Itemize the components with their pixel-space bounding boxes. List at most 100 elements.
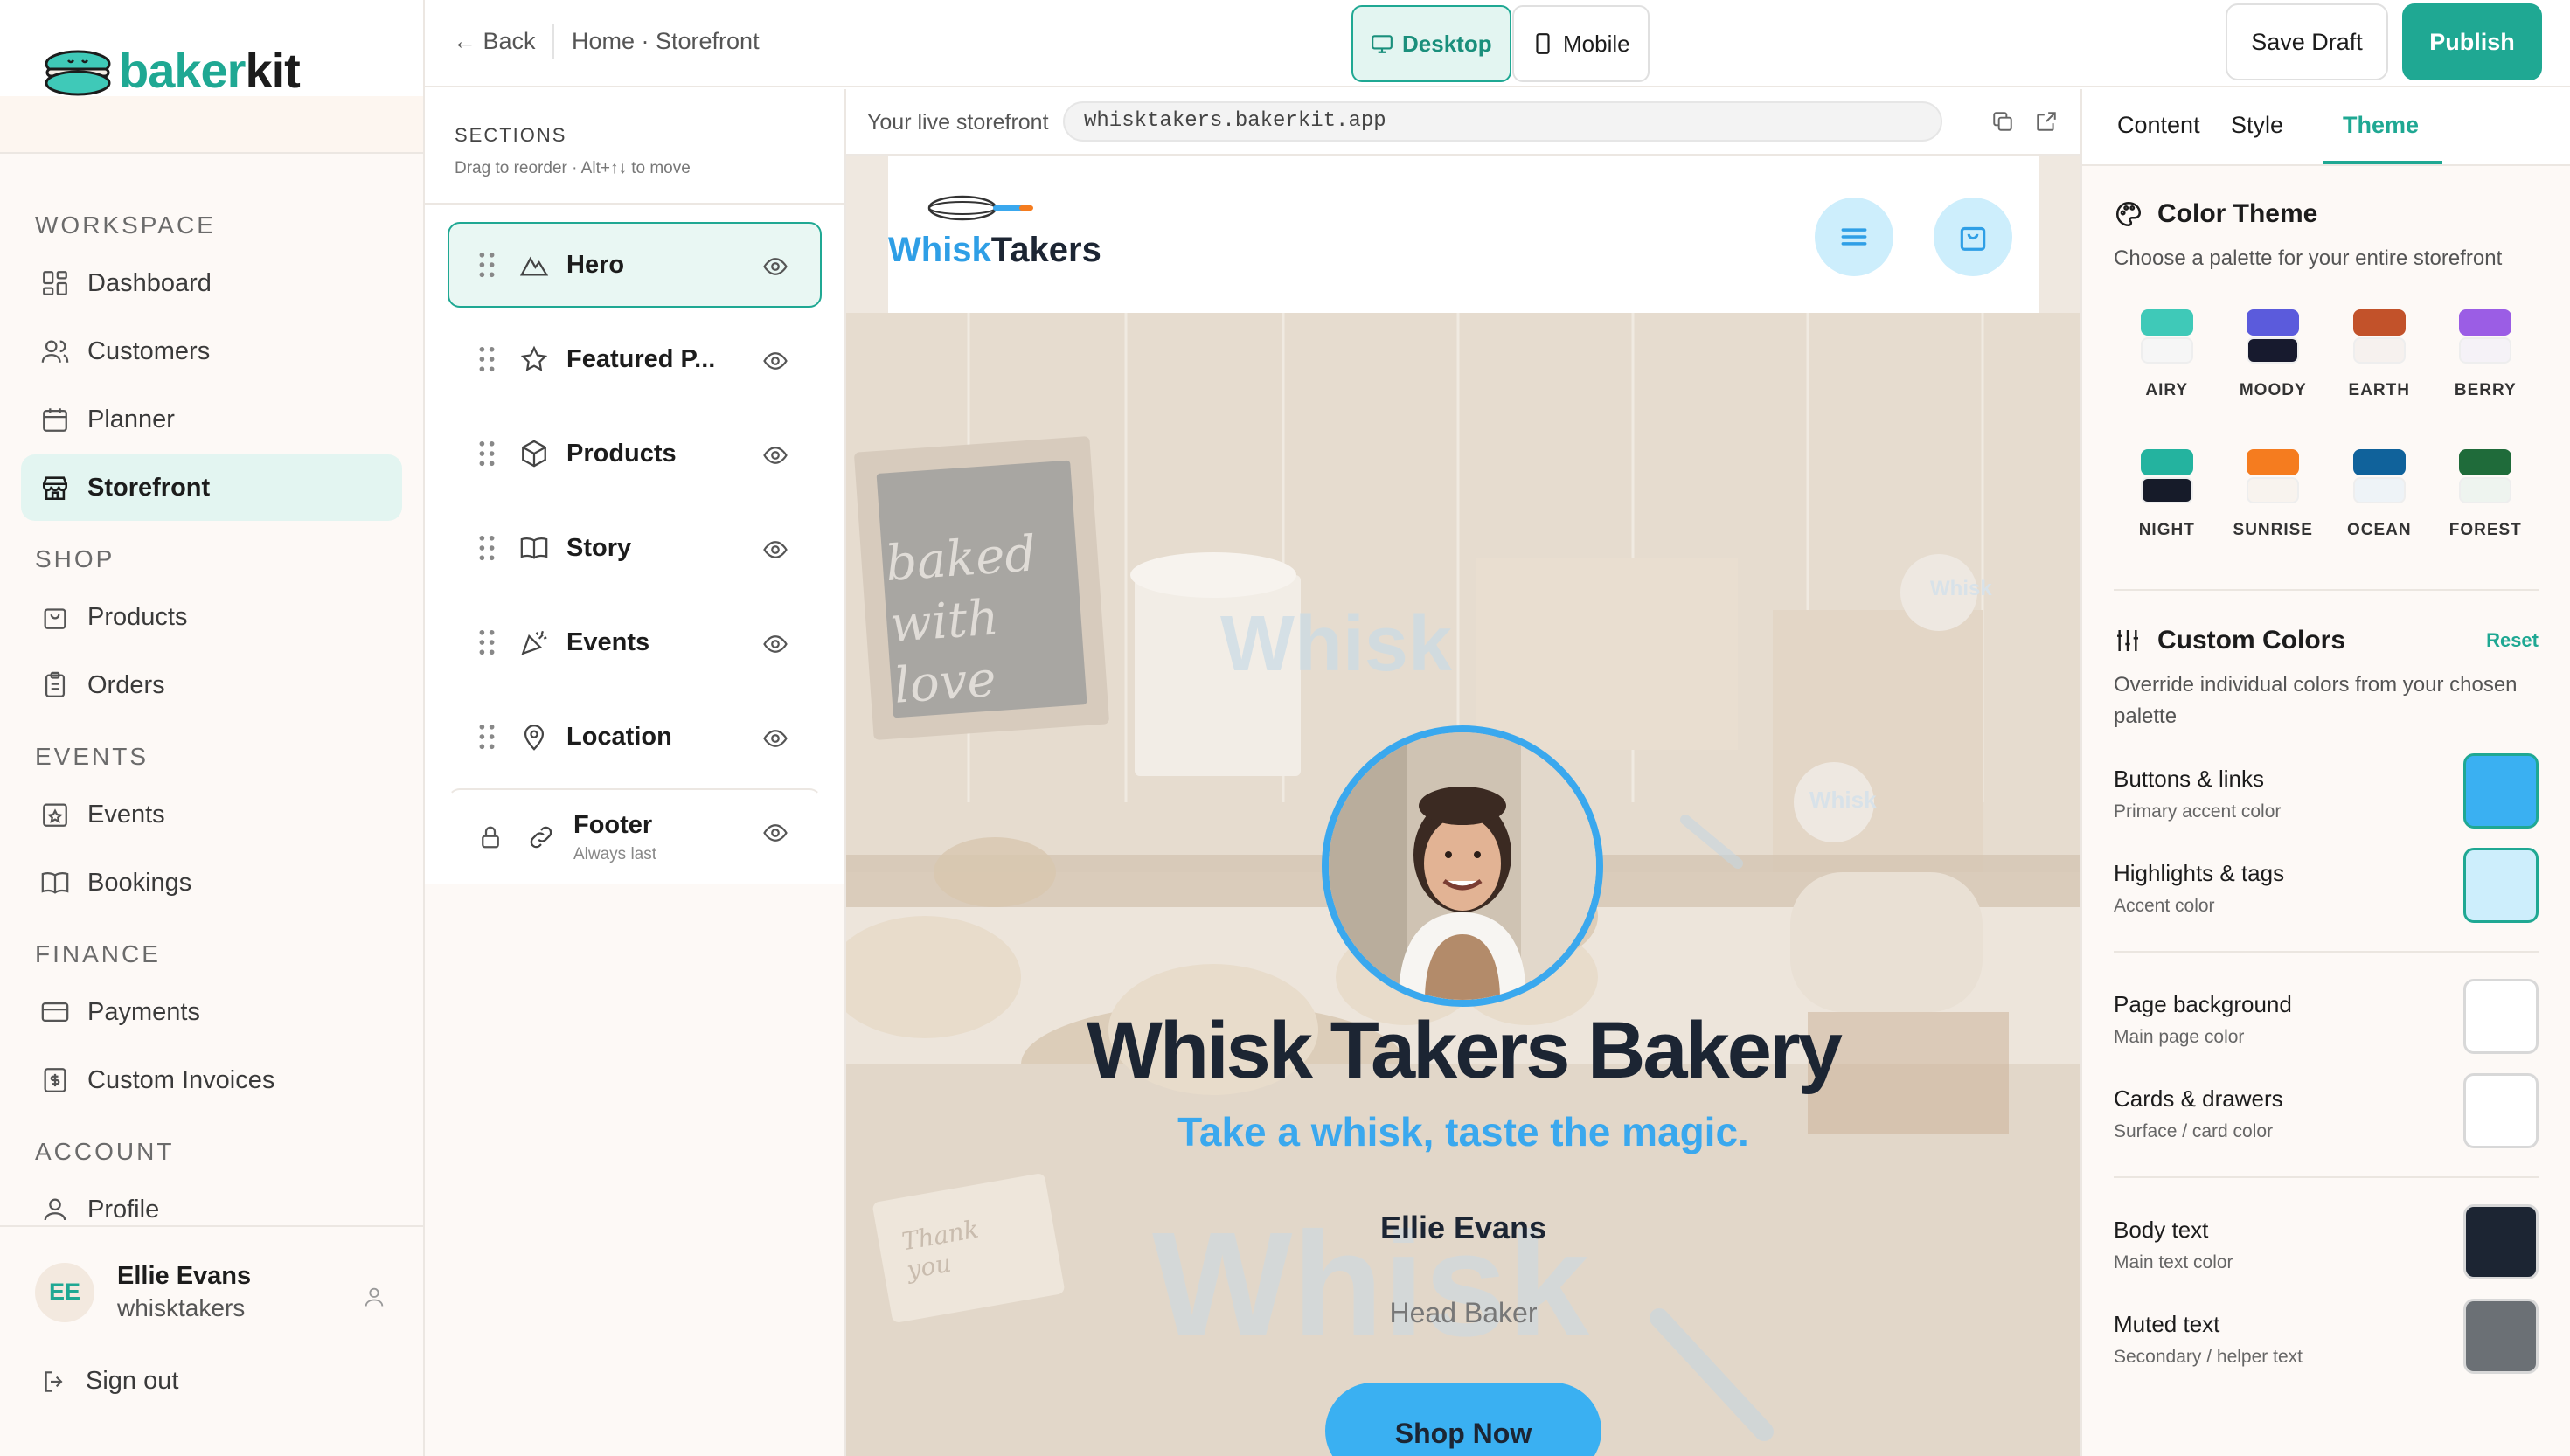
user-settings-icon[interactable] (362, 1285, 386, 1309)
eye-icon[interactable] (762, 253, 788, 280)
color-swatch-button[interactable] (2463, 1204, 2539, 1279)
nav-item-label: Custom Invoices (87, 1065, 275, 1094)
logout-icon (45, 1370, 63, 1392)
nav-item-label: Dashboard (87, 268, 212, 297)
eye-icon[interactable] (762, 820, 788, 846)
link-icon (530, 826, 552, 849)
nav-group-title: SHOP (35, 545, 115, 572)
sign-out-button[interactable]: Sign out (40, 1367, 178, 1396)
palette-night[interactable]: NIGHT (2114, 449, 2220, 540)
color-swatch-button[interactable] (2463, 979, 2539, 1054)
color-rows: Buttons & links Primary accent color Highl… (2114, 753, 2539, 1393)
copy-icon[interactable] (1991, 110, 2014, 133)
nav-group-title: FINANCE (35, 940, 161, 967)
section-sublabel: Always last (573, 844, 657, 863)
palette-berry[interactable]: BERRY (2433, 309, 2539, 400)
palette-name: MOODY (2239, 381, 2307, 399)
nav-item-bookings[interactable]: Bookings (21, 849, 402, 916)
external-link-icon[interactable] (2035, 110, 2058, 133)
eye-icon[interactable] (762, 725, 788, 752)
palette-forest[interactable]: FOREST (2433, 449, 2539, 540)
palette-name: SUNRISE (2233, 521, 2313, 539)
user-name: Ellie Evans (117, 1262, 252, 1290)
avatar: EE (35, 1262, 94, 1322)
section-item-location[interactable]: Location (448, 694, 822, 780)
back-button[interactable]: ← Back (453, 28, 536, 55)
hero-baker-name: Ellie Evans (1379, 1210, 1547, 1245)
color-swatch-button[interactable] (2463, 848, 2539, 923)
divider (2114, 951, 2539, 953)
menu-button[interactable] (1815, 198, 1893, 276)
nav-item-custom-invoices[interactable]: Custom Invoices (21, 1047, 402, 1113)
url-field[interactable]: whisktakers.bakerkit.app (1063, 101, 1942, 142)
palette-ocean[interactable]: OCEAN (2326, 449, 2433, 540)
nav-item-dashboard[interactable]: Dashboard (21, 250, 402, 316)
palette-swatch-primary (2459, 449, 2512, 475)
publish-button[interactable]: Publish (2402, 3, 2542, 80)
nav-group-title: WORKSPACE (35, 211, 216, 239)
shop-now-button[interactable]: Shop Now (1325, 1383, 1601, 1456)
tab-style[interactable]: Style (2231, 112, 2283, 139)
palette-airy[interactable]: AIRY (2114, 309, 2220, 400)
nav-item-label: Bookings (87, 868, 192, 897)
palette-swatch-primary (2247, 309, 2300, 336)
drag-handle-icon[interactable] (477, 440, 497, 467)
tab-theme[interactable]: Theme (2343, 112, 2419, 139)
sidebar: bakerkit WORKSPACE Dashboard Customers P… (0, 0, 425, 1456)
section-item-featured[interactable]: Featured P... (448, 316, 822, 402)
site-name-part2: Takers (990, 231, 1101, 269)
nav-item-label: Profile (87, 1195, 160, 1221)
color-swatch-button[interactable] (2463, 1073, 2539, 1148)
nav-item-planner[interactable]: Planner (21, 386, 402, 453)
nav-item-orders[interactable]: Orders (21, 652, 402, 718)
section-item-products[interactable]: Products (448, 411, 822, 496)
site-logo[interactable]: WhiskTakers (888, 191, 1101, 270)
desktop-label: Desktop (1402, 30, 1492, 57)
color-swatch-button[interactable] (2463, 1299, 2539, 1374)
eye-icon[interactable] (762, 631, 788, 657)
color-row: Buttons & links Primary accent color (2114, 753, 2539, 848)
theme-panel: Content Style Theme Color Theme Choose a… (2080, 89, 2570, 1456)
cart-button[interactable] (1934, 198, 2012, 276)
eye-icon[interactable] (762, 348, 788, 374)
color-swatch-button[interactable] (2463, 753, 2539, 829)
section-item-footer[interactable]: Footer Always last (448, 788, 822, 872)
color-row: Cards & drawers Surface / card color (2114, 1073, 2539, 1168)
drag-handle-icon[interactable] (477, 535, 497, 561)
logo[interactable]: bakerkit (0, 0, 423, 154)
nav-item-customers[interactable]: Customers (21, 318, 402, 385)
drag-handle-icon[interactable] (477, 629, 497, 655)
nav-item-events[interactable]: Events (21, 781, 402, 848)
palette-swatch-primary (2247, 449, 2300, 475)
section-item-story[interactable]: Story (448, 505, 822, 591)
tab-content[interactable]: Content (2117, 112, 2200, 139)
nav-item-products[interactable]: Products (21, 584, 402, 650)
eye-icon[interactable] (762, 442, 788, 468)
drag-handle-icon[interactable] (477, 252, 497, 278)
color-theme-header: Color Theme (2114, 166, 2539, 229)
drag-handle-icon[interactable] (477, 346, 497, 372)
divider (2114, 1176, 2539, 1178)
desktop-toggle[interactable]: Desktop (1351, 5, 1511, 82)
drag-handle-icon[interactable] (477, 724, 497, 750)
section-item-events[interactable]: Events (448, 600, 822, 685)
palette-earth[interactable]: EARTH (2326, 309, 2433, 400)
nav-item-payments[interactable]: Payments (21, 979, 402, 1045)
lock-icon (482, 826, 499, 849)
palette-name: FOREST (2448, 521, 2522, 539)
palette-moody[interactable]: MOODY (2220, 309, 2327, 400)
section-item-hero[interactable]: Hero (448, 222, 822, 308)
save-draft-button[interactable]: Save Draft (2226, 3, 2388, 80)
section-label: Location (566, 722, 672, 751)
color-row: Page background Main page color (2114, 979, 2539, 1073)
section-label: Featured P... (566, 344, 715, 373)
reset-button[interactable]: Reset (2486, 629, 2539, 652)
eye-icon[interactable] (762, 537, 788, 563)
nav-item-storefront[interactable]: Storefront (21, 454, 402, 521)
monitor-icon (1372, 35, 1393, 53)
site-name-part1: Whisk (888, 231, 991, 269)
user-row[interactable]: EE Ellie Evans whisktakers (0, 1227, 423, 1322)
mobile-toggle[interactable]: Mobile (1512, 5, 1650, 82)
nav-item-profile[interactable]: Profile (21, 1176, 402, 1220)
palette-sunrise[interactable]: SUNRISE (2220, 449, 2327, 540)
